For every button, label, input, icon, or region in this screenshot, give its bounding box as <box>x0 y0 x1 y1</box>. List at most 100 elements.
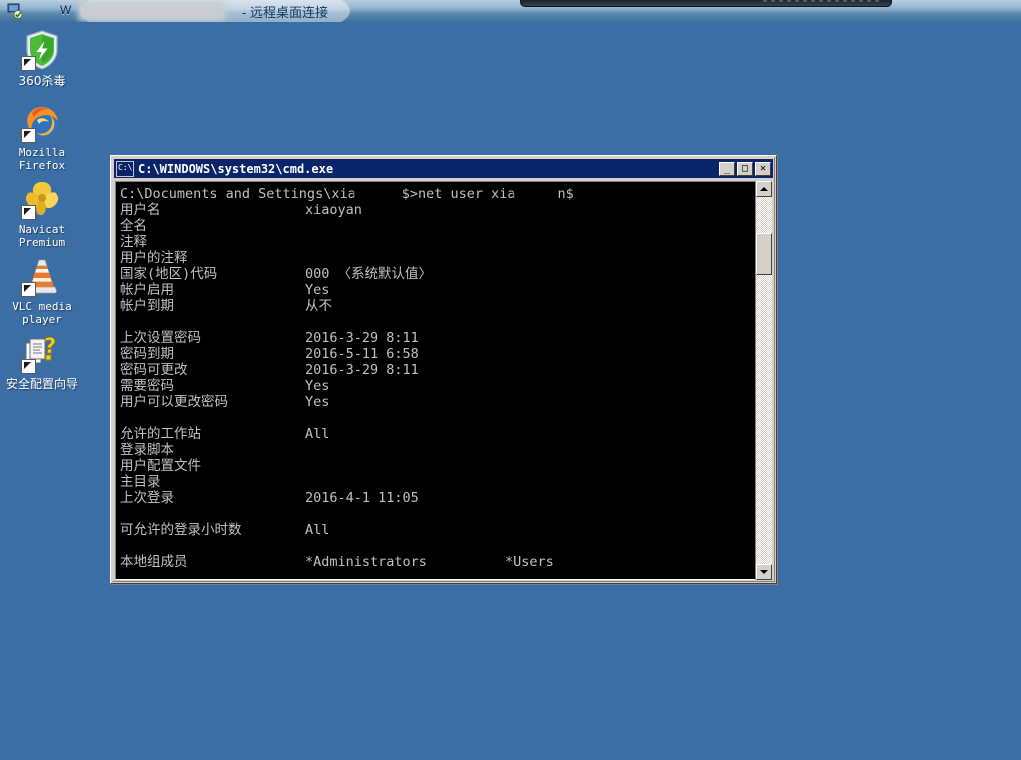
terminal-line: 上次设置密码 2016-3-29 8:11 <box>120 330 755 346</box>
terminal-field-label: 主目录 <box>120 474 161 490</box>
terminal-output: C:\Documents and Settings\xia $>net user … <box>120 186 755 577</box>
terminal-field-value: 000 〈系统默认值〉 <box>305 266 433 282</box>
scroll-down-button[interactable] <box>756 564 772 580</box>
help-document-icon: ? <box>20 331 64 375</box>
desktop-icon-label: Mozilla Firefox <box>18 146 66 172</box>
terminal-field-label: 可允许的登录小时数 <box>120 522 242 538</box>
shortcut-overlay-icon <box>21 128 36 143</box>
terminal-line: 上次登录 2016-4-1 11:05 <box>120 490 755 506</box>
terminal-field-label: 允许的工作站 <box>120 426 201 442</box>
cmd-titlebar[interactable]: C:\ C:\WINDOWS\system32\cmd.exe _ □ ✕ <box>114 159 773 178</box>
terminal-field-value: Yes <box>305 282 330 298</box>
scroll-up-button[interactable] <box>756 181 772 197</box>
chevron-up-icon <box>760 187 768 191</box>
terminal-field-label: 密码可更改 <box>120 362 188 378</box>
cmd-window-title: C:\WINDOWS\system32\cmd.exe <box>138 161 334 176</box>
terminal-client-area[interactable]: C:\Documents and Settings\xia $>net user … <box>115 181 772 580</box>
terminal-line: 本地组成员 *Administrators *Users <box>120 554 755 570</box>
terminal-line: 用户配置文件 <box>120 458 755 474</box>
terminal-field-value: 2016-4-1 11:05 <box>305 490 419 506</box>
terminal-field-value: 2016-5-11 6:58 <box>305 346 419 362</box>
shortcut-overlay-icon <box>21 282 36 297</box>
maximize-button[interactable]: □ <box>737 161 753 176</box>
terminal-line: 帐户到期 从不 <box>120 298 755 314</box>
terminal-prompt-line: C:\Documents and Settings\xia $>net user … <box>120 186 574 202</box>
terminal-field-value: All <box>305 426 330 442</box>
rdp-title-suffix: - 远程桌面连接 <box>242 5 328 20</box>
desktop-surface[interactable]: 360杀毒 Mozilla Firefox Navicat Premium VL… <box>0 22 1021 760</box>
navicat-icon <box>20 177 64 221</box>
maximize-icon: □ <box>741 162 749 174</box>
desktop-icon-label: VLC media player <box>12 300 72 326</box>
desktop-icon-label: 安全配置向导 <box>5 377 78 391</box>
terminal-field-label: 用户配置文件 <box>120 458 201 474</box>
shield-icon <box>20 28 64 72</box>
vlc-cone-icon <box>20 254 64 298</box>
desktop-icon-360-antivirus[interactable]: 360杀毒 <box>4 28 80 88</box>
shortcut-overlay-icon <box>21 205 36 220</box>
terminal-field-label: 注释 <box>120 234 147 250</box>
terminal-field-label: 全名 <box>120 218 147 234</box>
terminal-field-label: 帐户启用 <box>120 282 174 298</box>
terminal-field-label: 上次设置密码 <box>120 330 201 346</box>
shortcut-overlay-icon <box>21 56 36 71</box>
close-button[interactable]: ✕ <box>755 161 771 176</box>
minimize-icon: _ <box>723 162 731 174</box>
terminal-line: 密码可更改 2016-3-29 8:11 <box>120 362 755 378</box>
connection-bar-controls <box>763 0 883 2</box>
terminal-field-value: All <box>305 522 330 538</box>
terminal-line: 密码到期 2016-5-11 6:58 <box>120 346 755 362</box>
terminal-field-value: Yes <box>305 394 330 410</box>
terminal-field-value: Yes <box>305 378 330 394</box>
terminal-field-label: 本地组成员 <box>120 554 188 570</box>
redaction-block <box>515 187 558 201</box>
terminal-line: 登录脚本 <box>120 442 755 458</box>
terminal-line: 帐户启用 Yes <box>120 282 755 298</box>
desktop-icon-navicat-premium[interactable]: Navicat Premium <box>4 177 80 249</box>
terminal-line: 允许的工作站 All <box>120 426 755 442</box>
terminal-line: 用户的注释 <box>120 250 755 266</box>
scrollbar-thumb[interactable] <box>756 232 772 275</box>
terminal-field-value-secondary: *Users <box>505 554 554 570</box>
terminal-line: 主目录 <box>120 474 755 490</box>
terminal-field-label: 帐户到期 <box>120 298 174 314</box>
terminal-line: 注释 <box>120 234 755 250</box>
terminal-field-label: 用户名 <box>120 202 161 218</box>
terminal-field-label: 密码到期 <box>120 346 174 362</box>
close-icon: ✕ <box>759 162 767 174</box>
firefox-icon <box>20 100 64 144</box>
terminal-vertical-scrollbar[interactable] <box>755 181 772 580</box>
cmd-window[interactable]: C:\ C:\WINDOWS\system32\cmd.exe _ □ ✕ C:… <box>110 155 777 584</box>
terminal-line: 全名 <box>120 218 755 234</box>
terminal-field-label: 国家(地区)代码 <box>120 266 218 282</box>
chevron-down-icon <box>760 570 768 574</box>
desktop-icon-security-wizard[interactable]: ? 安全配置向导 <box>4 331 80 391</box>
remote-desktop-titlebar[interactable]: W - 远程桌面连接 <box>0 0 1021 22</box>
terminal-line: 国家(地区)代码 000 〈系统默认值〉 <box>120 266 755 282</box>
redaction-block <box>355 187 402 201</box>
desktop-icon-mozilla-firefox[interactable]: Mozilla Firefox <box>4 100 80 172</box>
desktop-icon-label: Navicat Premium <box>18 223 66 249</box>
terminal-field-label: 登录脚本 <box>120 442 174 458</box>
rdp-title-redaction <box>78 1 226 21</box>
desktop-icon-label: 360杀毒 <box>18 74 66 88</box>
minimize-button[interactable]: _ <box>719 161 735 176</box>
remote-desktop-icon <box>7 3 23 19</box>
terminal-field-value: 从不 <box>305 298 332 314</box>
shortcut-overlay-icon <box>21 359 36 374</box>
desktop-icon-vlc-media-player[interactable]: VLC media player <box>4 254 80 326</box>
terminal-field-label: 需要密码 <box>120 378 174 394</box>
rdp-connection-bar[interactable] <box>520 0 892 7</box>
terminal-field-label: 上次登录 <box>120 490 174 506</box>
terminal-field-value: *Administrators <box>305 554 427 570</box>
terminal-line: 用户名 xiaoyan <box>120 202 755 218</box>
svg-text:?: ? <box>44 334 56 358</box>
terminal-field-value: 2016-3-29 8:11 <box>305 362 419 378</box>
cmd-console-icon: C:\ <box>116 160 134 177</box>
terminal-field-value: xiaoyan <box>305 202 362 218</box>
screen-root: W - 远程桌面连接 360杀毒 Mozilla Firefox Navicat… <box>0 0 1021 760</box>
